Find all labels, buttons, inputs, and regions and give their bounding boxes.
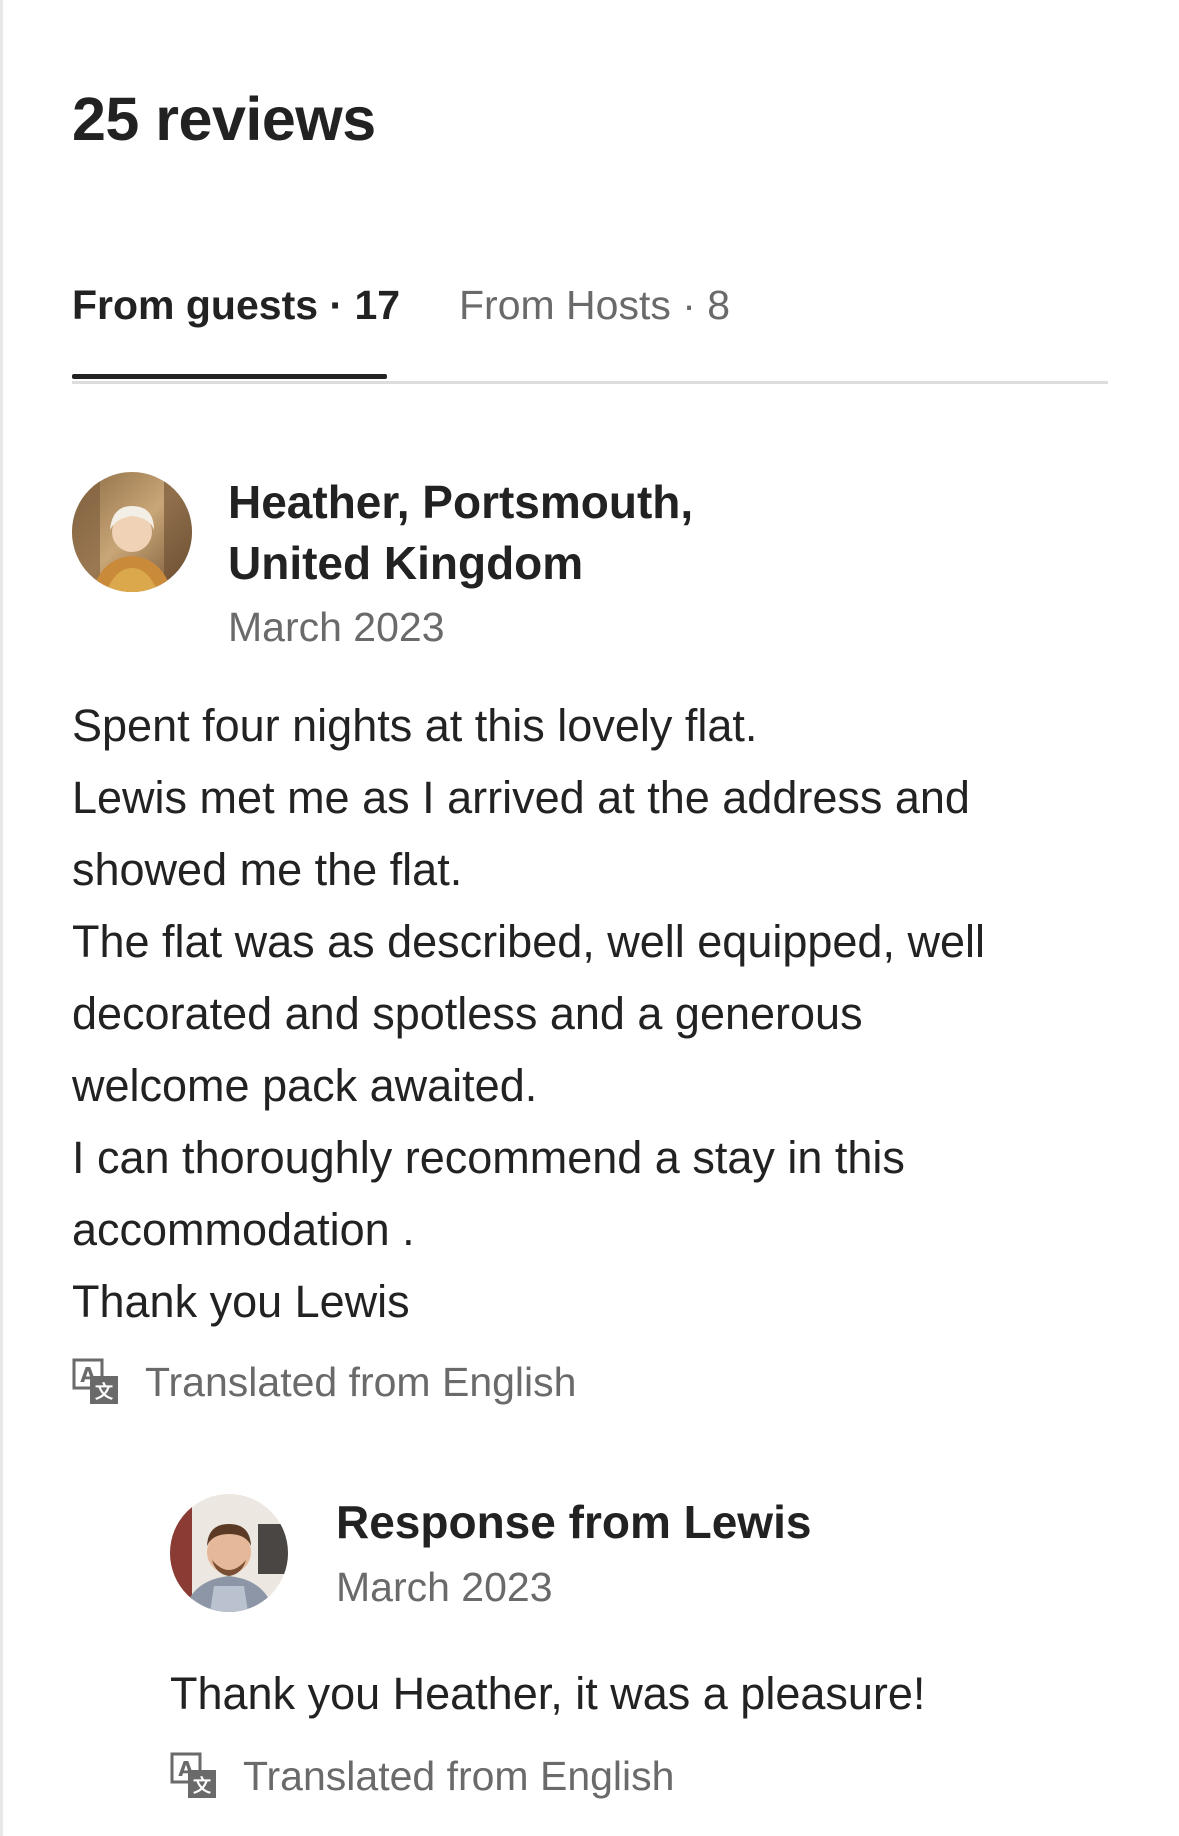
tab-from-hosts[interactable]: From Hosts · 8 xyxy=(459,280,730,330)
review-tabs: From guests · 17 From Hosts · 8 xyxy=(72,270,1108,390)
svg-text:文: 文 xyxy=(193,1775,212,1797)
review-text-line: Spent four nights at this lovely flat. xyxy=(72,700,758,751)
svg-text:文: 文 xyxy=(95,1381,114,1403)
reviewer-name[interactable]: Heather, Portsmouth, United Kingdom xyxy=(228,472,928,594)
reviews-panel: 25 reviews From guests · 17 From Hosts ·… xyxy=(0,0,1179,1836)
review-text-line: showed me the flat. xyxy=(72,844,463,895)
review-text-line: The flat was as described, well equipped… xyxy=(72,916,985,967)
reviewer-name-line2: United Kingdom xyxy=(228,537,584,589)
reviewer-avatar[interactable] xyxy=(72,472,192,592)
response-translated-note: Translated from English xyxy=(243,1753,675,1799)
active-tab-indicator xyxy=(72,374,387,379)
tab-from-guests[interactable]: From guests · 17 xyxy=(72,280,400,330)
review-text-line: I can thoroughly recommend a stay in thi… xyxy=(72,1132,905,1183)
host-avatar-image xyxy=(170,1494,288,1612)
review-text-line: welcome pack awaited. xyxy=(72,1060,538,1111)
response-text: Thank you Heather, it was a pleasure! xyxy=(170,1668,926,1719)
reviewer-avatar-image xyxy=(72,472,192,592)
review-text-line: accommodation . xyxy=(72,1204,415,1255)
translate-icon: A 文 xyxy=(72,1358,120,1406)
review-text-line: Thank you Lewis xyxy=(72,1276,410,1327)
response-title: Response from Lewis xyxy=(336,1496,812,1548)
panel-edge xyxy=(0,0,3,1836)
review-date: March 2023 xyxy=(228,604,445,650)
reviewer-name-line1: Heather, Portsmouth, xyxy=(228,476,694,528)
translate-icon: A 文 xyxy=(170,1752,218,1800)
review-translated-note: Translated from English xyxy=(145,1359,577,1405)
tabs-divider xyxy=(72,381,1108,384)
response-date: March 2023 xyxy=(336,1564,553,1610)
reviews-heading: 25 reviews xyxy=(72,85,376,153)
review-text: Spent four nights at this lovely flat. L… xyxy=(72,690,1092,1338)
review-text-line: Lewis met me as I arrived at the address… xyxy=(72,772,970,823)
host-avatar[interactable] xyxy=(170,1494,288,1612)
review-text-line: decorated and spotless and a generous xyxy=(72,988,863,1039)
